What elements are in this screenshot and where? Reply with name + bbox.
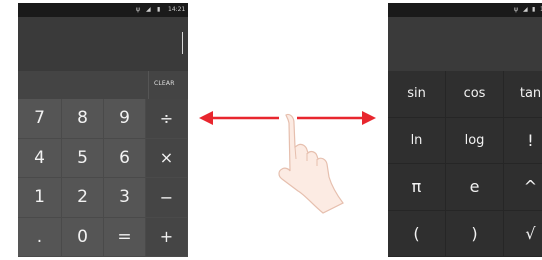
clear-button[interactable]: CLEAR xyxy=(154,80,175,87)
usb-icon: ψ xyxy=(136,6,140,13)
key-tan[interactable]: tan xyxy=(504,71,542,118)
key-2[interactable]: 2 xyxy=(62,178,104,218)
key-1[interactable]: 1 xyxy=(18,178,62,218)
key-power[interactable]: ^ xyxy=(504,164,542,211)
swipe-hand-icon xyxy=(278,113,344,214)
battery-icon: ▮ xyxy=(157,6,161,13)
basic-keypad: 7 8 9 ÷ 4 5 6 × 1 2 3 − . 0 = + xyxy=(18,99,188,257)
status-bar: ψ ◢ ▮ 1 xyxy=(388,3,542,17)
advanced-keypad: sin cos tan ln log ! π e ^ ( ) √ xyxy=(388,71,542,257)
key-7[interactable]: 7 xyxy=(18,99,62,139)
usb-icon: ψ xyxy=(514,6,518,13)
signal-icon: ◢ xyxy=(523,6,528,13)
text-cursor xyxy=(182,32,183,54)
battery-icon: ▮ xyxy=(532,6,536,13)
key-log[interactable]: log xyxy=(446,117,504,164)
status-bar: ψ ◢ ▮ 14:21 xyxy=(18,3,188,17)
key-8[interactable]: 8 xyxy=(62,99,104,139)
swipe-gesture xyxy=(199,111,376,214)
key-3[interactable]: 3 xyxy=(104,178,146,218)
key-close-paren[interactable]: ) xyxy=(446,210,504,257)
key-ln[interactable]: ln xyxy=(388,117,446,164)
key-9[interactable]: 9 xyxy=(104,99,146,139)
key-factorial[interactable]: ! xyxy=(504,117,542,164)
divider xyxy=(148,71,149,99)
key-minus[interactable]: − xyxy=(146,178,188,218)
left-arrow-icon xyxy=(199,111,279,125)
key-open-paren[interactable]: ( xyxy=(388,210,446,257)
status-time: 14:21 xyxy=(168,6,186,13)
key-6[interactable]: 6 xyxy=(104,138,146,178)
key-decimal[interactable]: . xyxy=(18,217,62,257)
clear-row: CLEAR xyxy=(18,71,188,99)
advanced-calculator-screen: ψ ◢ ▮ 1 sin cos tan ln log ! π e ^ ( ) √ xyxy=(388,3,542,257)
key-cos[interactable]: cos xyxy=(446,71,504,118)
signal-icon: ◢ xyxy=(146,6,151,13)
key-multiply[interactable]: × xyxy=(146,138,188,178)
calculator-display[interactable] xyxy=(18,17,188,71)
basic-calculator-screen: ψ ◢ ▮ 14:21 CLEAR 7 8 9 ÷ 4 5 6 × 1 2 3 … xyxy=(18,3,188,257)
key-4[interactable]: 4 xyxy=(18,138,62,178)
key-equals[interactable]: = xyxy=(104,217,146,257)
key-sqrt[interactable]: √ xyxy=(504,210,542,257)
key-plus[interactable]: + xyxy=(146,217,188,257)
key-5[interactable]: 5 xyxy=(62,138,104,178)
right-arrow-icon xyxy=(297,111,376,125)
key-pi[interactable]: π xyxy=(388,164,446,211)
key-0[interactable]: 0 xyxy=(62,217,104,257)
key-e[interactable]: e xyxy=(446,164,504,211)
calculator-display[interactable] xyxy=(388,17,542,71)
key-divide[interactable]: ÷ xyxy=(146,99,188,139)
key-sin[interactable]: sin xyxy=(388,71,446,118)
